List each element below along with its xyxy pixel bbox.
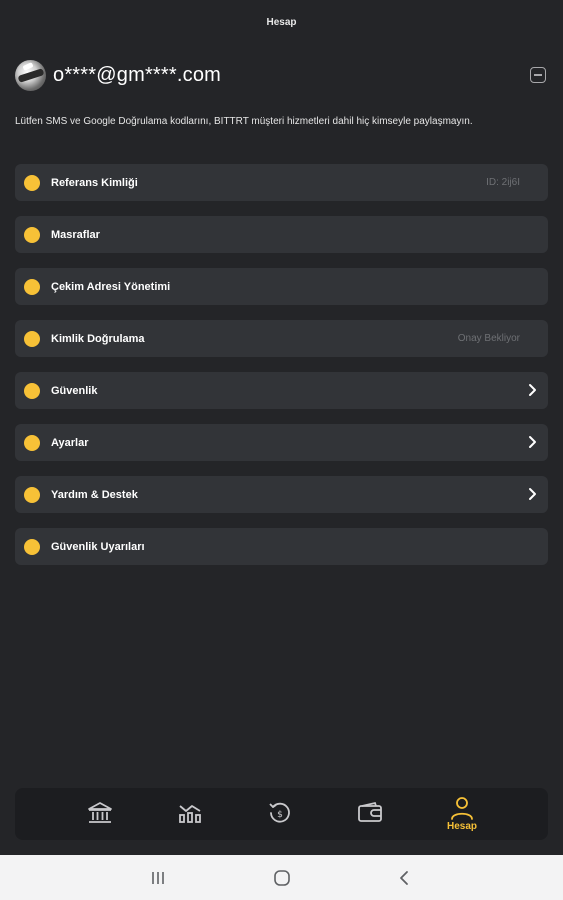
chevron-right-icon [529,436,536,448]
chevron-right-icon [529,384,536,396]
status-dot-icon [24,227,40,243]
recent-apps-icon[interactable] [148,868,168,888]
back-icon[interactable] [395,868,415,888]
menu-item-label: Referans Kimliği [51,177,138,189]
history-icon: $ [269,802,290,823]
home-icon[interactable] [272,868,292,888]
wallet-icon [358,801,382,822]
status-dot-icon [24,175,40,191]
profile-header: o****@gm****.com [15,60,550,92]
nav-item-label: Hesap [446,821,477,832]
status-dot-icon [24,435,40,451]
menu-item-settings[interactable]: Ayarlar [15,424,548,461]
menu-item-label: Kimlik Doğrulama [51,333,145,345]
referral-id-value: ID: 2ij6I [486,177,520,188]
nav-item-home[interactable] [70,788,130,840]
nav-item-wallet[interactable] [340,788,400,840]
menu-item-referral-id[interactable]: Referans Kimliği ID: 2ij6I [15,164,548,201]
status-dot-icon [24,279,40,295]
collapse-icon[interactable] [530,67,546,83]
menu-item-help-support[interactable]: Yardım & Destek [15,476,548,513]
avatar[interactable] [15,60,46,91]
market-chart-icon [179,805,201,823]
page-title: Hesap [266,17,297,28]
menu-item-label: Yardım & Destek [51,489,138,501]
menu-item-label: Güvenlik [51,385,98,397]
menu-item-withdrawal-addresses[interactable]: Çekim Adresi Yönetimi [15,268,548,305]
menu-item-identity-verification[interactable]: Kimlik Doğrulama Onay Bekliyor [15,320,548,357]
security-notice: Lütfen SMS ve Google Doğrulama kodlarını… [15,116,473,127]
status-dot-icon [24,331,40,347]
nav-item-markets[interactable] [160,788,220,840]
status-dot-icon [24,383,40,399]
system-navigation-bar [0,855,563,900]
chevron-right-icon [529,488,536,500]
nav-item-history[interactable]: $ [250,788,310,840]
svg-text:$: $ [277,810,283,820]
menu-item-label: Güvenlik Uyarıları [51,541,145,553]
menu-item-fees[interactable]: Masraflar [15,216,548,253]
menu-item-security[interactable]: Güvenlik [15,372,548,409]
verification-status: Onay Bekliyor [457,333,520,344]
user-email: o****@gm****.com [53,64,222,86]
status-dot-icon [24,539,40,555]
menu-item-label: Çekim Adresi Yönetimi [51,281,171,293]
menu-item-label: Masraflar [51,229,100,241]
menu-item-label: Ayarlar [51,437,89,449]
menu-item-security-alerts[interactable]: Güvenlik Uyarıları [15,528,548,565]
person-icon [451,797,473,820]
bottom-navigation: $ Hesap [15,788,548,840]
status-dot-icon [24,487,40,503]
bank-icon [88,802,112,823]
account-menu: Referans Kimliği ID: 2ij6I Masraflar Çek… [15,164,548,580]
nav-item-account[interactable]: Hesap [432,788,492,840]
